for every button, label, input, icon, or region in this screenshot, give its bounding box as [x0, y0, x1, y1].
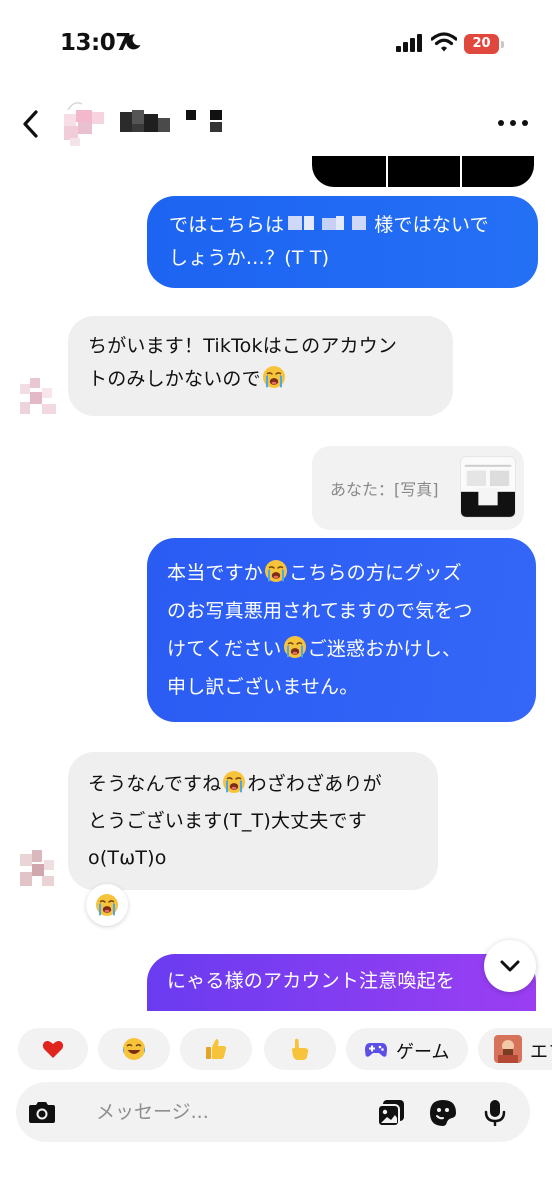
status-time: 13:07: [60, 30, 131, 56]
status-bar: 13:07 20: [0, 0, 552, 90]
crying-emoji-icon: [222, 770, 246, 794]
message-composer: [16, 1082, 530, 1142]
gallery-icon[interactable]: [376, 1098, 406, 1128]
message-reaction[interactable]: [86, 884, 128, 926]
crying-emoji-icon: [95, 893, 119, 917]
quick-thumbs-up-button[interactable]: [180, 1028, 252, 1070]
quick-game-button[interactable]: ゲーム: [346, 1028, 468, 1070]
crying-emoji-icon: [262, 365, 286, 389]
wifi-icon: [431, 32, 457, 52]
message-input[interactable]: [96, 1082, 366, 1142]
camera-button[interactable]: [20, 1090, 64, 1134]
game-label: ゲーム: [396, 1042, 450, 1063]
back-arrow-icon[interactable]: [16, 106, 48, 142]
incoming-message[interactable]: そうなんですね わざわざありが とうございます(T_T)大丈夫です o(TωT)o: [68, 752, 438, 890]
heart-icon: [42, 1041, 64, 1058]
shared-media-preview[interactable]: [312, 156, 534, 187]
pointing-hand-icon: [292, 1038, 309, 1060]
gamepad-icon: [365, 1043, 387, 1057]
reply-preview[interactable]: あなた：[写真]: [312, 446, 524, 530]
quick-effects-button[interactable]: エフ: [478, 1028, 552, 1070]
quick-reactions-bar: ゲーム エフ: [0, 1028, 552, 1070]
outgoing-message[interactable]: 本当ですか こちらの方にグッズ のお写真悪用されてますので気をつ けてください ご迷…: [147, 538, 536, 722]
more-icon[interactable]: [496, 112, 530, 134]
redacted-text: [288, 216, 367, 230]
camera-icon: [29, 1102, 55, 1123]
laughing-emoji-icon: [123, 1038, 145, 1060]
crying-emoji-icon: [264, 559, 288, 583]
quick-heart-button[interactable]: [18, 1028, 88, 1070]
thumbs-up-icon: [206, 1039, 227, 1059]
outgoing-message[interactable]: にゃる様のアカウント注意喚起を: [147, 954, 536, 1011]
message-thread[interactable]: ではこちらは 様ではないで しょうか…？(T T) ちがいます！TikTokはこ…: [0, 156, 552, 1011]
quick-point-button[interactable]: [264, 1028, 336, 1070]
battery-icon: 20: [464, 34, 504, 54]
outgoing-message[interactable]: ではこちらは 様ではないで しょうか…？(T T): [147, 196, 538, 288]
signal-icon: [396, 34, 422, 52]
avatar[interactable]: [18, 850, 58, 890]
avatar[interactable]: [60, 98, 112, 150]
chevron-down-icon: [500, 960, 520, 972]
effect-thumbnail: [494, 1035, 522, 1063]
battery-level: 20: [472, 36, 491, 51]
quick-laugh-button[interactable]: [98, 1028, 170, 1070]
mic-icon[interactable]: [480, 1098, 510, 1128]
photo-thumbnail[interactable]: [460, 456, 516, 518]
reply-label: あなた：[写真]: [330, 480, 439, 499]
contact-name[interactable]: [120, 110, 224, 132]
sticker-icon[interactable]: [428, 1098, 458, 1128]
avatar[interactable]: [18, 378, 58, 418]
scroll-to-bottom-button[interactable]: [484, 940, 536, 992]
crying-emoji-icon: [283, 635, 307, 659]
effects-label: エフ: [530, 1042, 552, 1063]
chat-header: [0, 92, 552, 156]
moon-icon: [126, 34, 141, 50]
incoming-message[interactable]: ちがいます！TikTokはこのアカウン トのみしかないので: [68, 316, 453, 416]
